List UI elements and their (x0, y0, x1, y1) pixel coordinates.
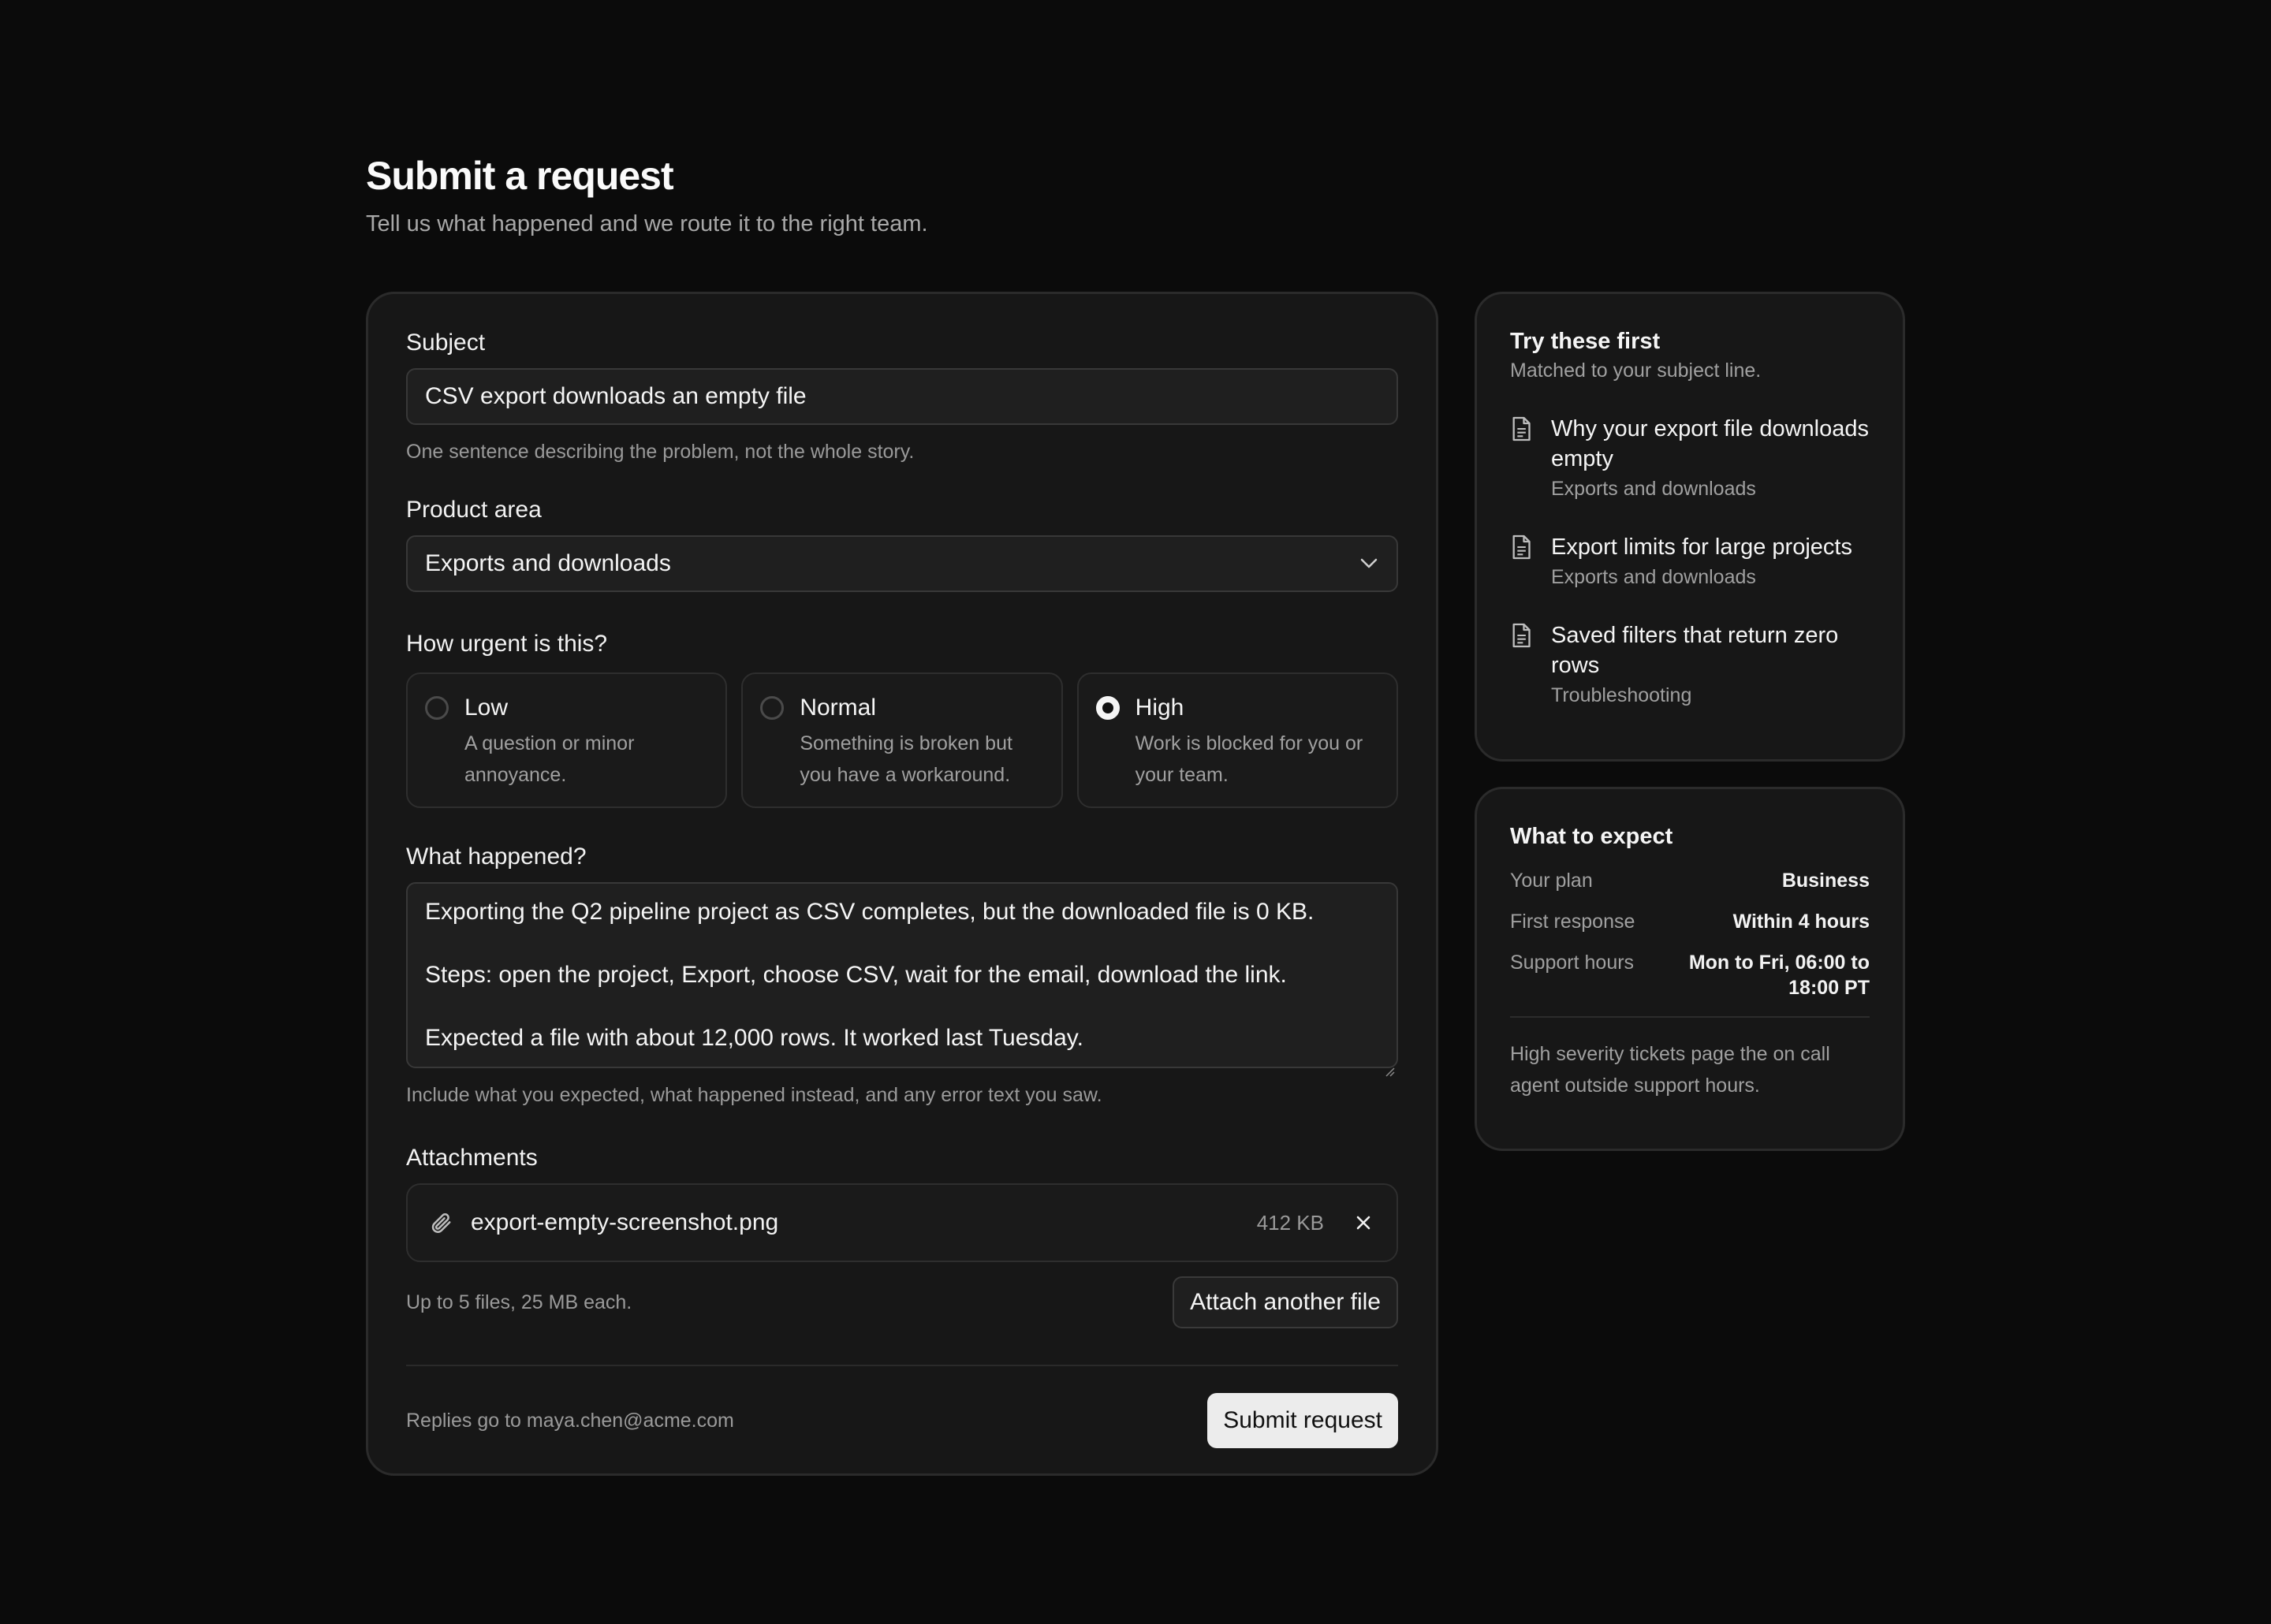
form-footer: Replies go to maya.chen@acme.com Submit … (406, 1393, 1398, 1448)
suggestions-subtitle: Matched to your subject line. (1510, 359, 1762, 382)
article-link[interactable]: Saved filters that return zero rows Trou… (1510, 620, 1870, 707)
attachment-actions: Up to 5 files, 25 MB each. Attach anothe… (406, 1276, 1398, 1328)
detail-value: Within 4 hours (1732, 911, 1870, 933)
attachment-limit-text: Up to 5 files, 25 MB each. (406, 1291, 632, 1313)
urgency-description: Something is broken but you have a worka… (800, 732, 1012, 786)
detail-key: Support hours (1510, 952, 1635, 974)
document-icon (1510, 415, 1535, 444)
suggested-articles-card: Try these first Matched to your subject … (1475, 292, 1905, 762)
article-link[interactable]: Export limits for large projects Exports… (1510, 532, 1870, 589)
article-title: Export limits for large projects (1551, 535, 1852, 560)
detail-key: First response (1510, 911, 1635, 933)
attachment-filesize: 412 KB (1256, 1210, 1324, 1235)
expect-note: High severity tickets page the on call a… (1510, 1043, 1830, 1097)
document-icon (1510, 534, 1535, 562)
detail-value: Mon to Fri, 06:00 to 18:00 PT (1688, 952, 1870, 999)
urgency-option-low[interactable]: Low A question or minor annoyance. (406, 672, 728, 808)
product-area-select[interactable]: Exports and downloads (406, 535, 1398, 592)
chevron-down-icon (1359, 553, 1379, 574)
article-link[interactable]: Why your export file downloads empty Exp… (1510, 414, 1870, 501)
product-area-value: Exports and downloads (425, 550, 671, 576)
what-to-expect-card: What to expect Your plan Business First … (1475, 787, 1905, 1151)
article-category: Exports and downloads (1551, 478, 1756, 500)
description-textarea[interactable]: Exporting the Q2 pipeline project as CSV… (406, 882, 1398, 1077)
support-request-page: Submit a request Tell us what happened a… (366, 151, 1905, 1476)
urgency-title: Low (464, 695, 509, 721)
description-line: Exporting the Q2 pipeline project as CSV… (425, 899, 1314, 925)
subject-label: Subject (406, 330, 486, 356)
subject-hint: One sentence describing the problem, not… (406, 441, 915, 463)
suggestions-title: Try these first (1510, 329, 1661, 354)
expect-title: What to expect (1510, 824, 1673, 849)
urgency-label: How urgent is this? (406, 631, 608, 657)
detail-row: Support hours Mon to Fri, 06:00 to 18:00… (1510, 950, 1870, 1000)
detail-row: First response Within 4 hours (1510, 909, 1870, 934)
form-divider (406, 1365, 1398, 1366)
urgency-description: A question or minor annoyance. (464, 732, 635, 786)
attachment-item: export-empty-screenshot.png 412 KB (406, 1183, 1398, 1262)
page-subtitle: Tell us what happened and we route it to… (366, 211, 928, 237)
radio-high-selected[interactable] (1095, 696, 1120, 720)
urgency-option-high[interactable]: High Work is blocked for you or your tea… (1076, 672, 1398, 808)
request-form-card: Subject CSV export downloads an empty fi… (366, 292, 1438, 1476)
description-label: What happened? (406, 844, 587, 870)
reply-to-text: Replies go to maya.chen@acme.com (406, 1410, 734, 1432)
radio-normal[interactable] (760, 696, 785, 720)
product-area-label: Product area (406, 497, 542, 523)
detail-value: Business (1781, 870, 1870, 892)
article-title: Saved filters that return zero rows (1551, 623, 1839, 678)
page-title: Submit a request (366, 154, 674, 198)
urgency-description: Work is blocked for you or your team. (1135, 732, 1363, 786)
description-line: Steps: open the project, Export, choose … (425, 962, 1287, 988)
urgency-title: Normal (800, 695, 877, 721)
urgency-option-normal[interactable]: Normal Something is broken but you have … (741, 672, 1063, 808)
subject-input-value: CSV export downloads an empty file (425, 383, 807, 409)
description-line: Expected a file with about 12,000 rows. … (425, 1025, 1083, 1051)
detail-row: Your plan Business (1510, 868, 1870, 893)
attachments-label: Attachments (406, 1145, 538, 1171)
expect-details: Your plan Business First response Within… (1510, 868, 1870, 1000)
article-title: Why your export file downloads empty (1551, 416, 1869, 471)
article-category: Troubleshooting (1551, 684, 1692, 706)
description-hint: Include what you expected, what happened… (406, 1084, 1102, 1106)
paperclip-icon (427, 1209, 455, 1237)
expect-divider (1510, 1016, 1870, 1018)
resize-handle-icon[interactable] (1384, 1054, 1395, 1077)
urgency-title: High (1135, 695, 1184, 721)
radio-low[interactable] (425, 696, 449, 720)
article-category: Exports and downloads (1551, 566, 1756, 588)
subject-input[interactable]: CSV export downloads an empty file (406, 368, 1398, 425)
submit-request-button[interactable]: Submit request (1207, 1393, 1398, 1448)
close-icon[interactable] (1352, 1212, 1374, 1234)
attachment-filename: export-empty-screenshot.png (471, 1209, 779, 1235)
attach-another-file-button[interactable]: Attach another file (1173, 1276, 1398, 1328)
document-icon (1510, 622, 1535, 650)
detail-key: Your plan (1510, 870, 1593, 892)
urgency-radio-group: Low A question or minor annoyance. Norma… (406, 672, 1398, 808)
